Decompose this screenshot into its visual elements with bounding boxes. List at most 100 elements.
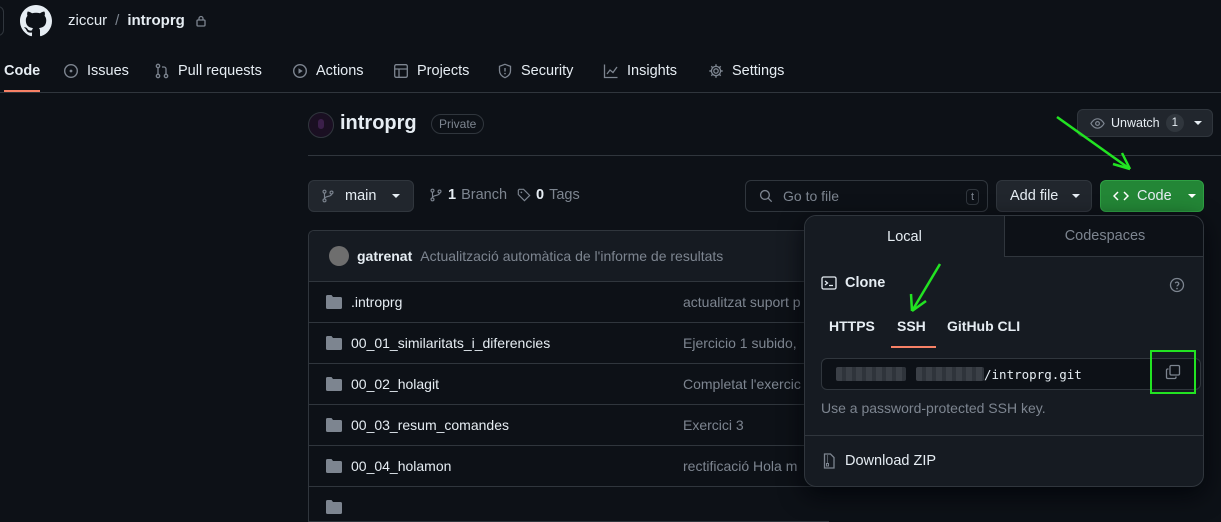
tab-pull-requests-label: Pull requests (178, 63, 262, 79)
tab-code[interactable]: Code (4, 52, 41, 92)
folder-icon (326, 377, 342, 391)
tab-issues[interactable]: Issues (63, 52, 129, 90)
add-file-label: Add file (1010, 188, 1059, 204)
folder-icon (326, 336, 342, 350)
add-file-button[interactable]: Add file (996, 180, 1092, 212)
keyboard-shortcut-hint: t (965, 189, 979, 205)
table-row: 00_03_resum_comandes Exercici 3 (309, 405, 829, 446)
tab-insights[interactable]: Insights (603, 52, 677, 90)
clone-heading: Clone (821, 275, 885, 291)
latest-commit-row: gatrenat Actualització automàtica de l'i… (309, 231, 829, 282)
visibility-badge: Private (431, 114, 485, 134)
tab-insights-label: Insights (627, 63, 677, 79)
tab-pull-requests[interactable]: Pull requests (154, 52, 262, 90)
copy-url-button[interactable] (1150, 350, 1196, 394)
breadcrumb-separator: / (115, 12, 120, 29)
breadcrumb-repo[interactable]: introprg (127, 12, 185, 29)
tab-codespaces[interactable]: Codespaces (1005, 216, 1203, 257)
redacted-text (836, 367, 906, 381)
copy-icon (1165, 364, 1181, 380)
code-button[interactable]: Code (1100, 180, 1204, 212)
avatar[interactable] (329, 246, 349, 266)
tab-local[interactable]: Local (805, 216, 1005, 257)
branch-icon (322, 189, 334, 203)
protocol-ssh[interactable]: SSH (891, 318, 936, 348)
unwatch-button[interactable]: Unwatch 1 (1077, 109, 1213, 137)
branch-count-label: Branch (461, 187, 508, 203)
file-commit-message[interactable]: Ejercicio 1 subido, (683, 335, 797, 351)
branch-count-link[interactable]: 1 Branch (429, 187, 507, 203)
pull-request-icon (155, 63, 169, 79)
chevron-down-icon (1194, 121, 1203, 125)
top-bar: ziccur / introprg (0, 0, 1221, 42)
tab-security[interactable]: Security (497, 52, 573, 90)
tab-issues-label: Issues (87, 63, 129, 79)
chevron-down-icon (392, 194, 401, 198)
file-name[interactable]: 00_02_holagit (351, 376, 439, 392)
ssh-hint: Use a password-protected SSH key. (821, 400, 1046, 416)
redacted-text (916, 367, 984, 381)
tab-settings-label: Settings (732, 63, 785, 79)
github-logo-icon[interactable] (20, 5, 52, 37)
table-row: .introprg actualitzat suport p (309, 282, 829, 323)
tab-code-label: Code (4, 63, 41, 79)
shield-icon (498, 63, 512, 79)
file-commit-message[interactable]: Completat l'exercic (683, 376, 801, 392)
tab-actions[interactable]: Actions (292, 52, 364, 90)
actions-play-icon (292, 63, 308, 79)
clone-url-field[interactable]: /introprg.git (821, 358, 1201, 390)
search-input[interactable] (781, 187, 955, 205)
tag-icon (517, 188, 531, 202)
folder-icon (326, 500, 342, 514)
protocol-https[interactable]: HTTPS (829, 318, 875, 334)
issue-icon (63, 63, 79, 79)
table-icon (394, 64, 408, 78)
folder-icon (326, 295, 342, 309)
gear-icon (709, 64, 723, 78)
breadcrumb-owner[interactable]: ziccur (68, 12, 107, 29)
table-row: 00_04_holamon rectificació Hola m (309, 446, 829, 487)
table-row: 00_02_holagit Completat l'exercic (309, 364, 829, 405)
file-zip-icon (823, 453, 835, 469)
file-commit-message[interactable]: actualitzat suport p (683, 294, 801, 310)
tab-actions-label: Actions (316, 63, 364, 79)
file-name[interactable]: 00_03_resum_comandes (351, 417, 509, 433)
folder-icon (326, 459, 342, 473)
file-name[interactable]: 00_04_holamon (351, 458, 451, 474)
go-to-file-search[interactable]: t (745, 180, 988, 212)
file-name[interactable]: .introprg (351, 294, 402, 310)
chevron-down-icon (1072, 194, 1081, 198)
unwatch-label: Unwatch (1111, 116, 1160, 130)
commit-message[interactable]: Actualització automàtica de l'informe de… (420, 248, 723, 264)
clone-url-value: /introprg.git (984, 366, 1082, 382)
search-icon (759, 189, 773, 203)
file-commit-message[interactable]: rectificació Hola m (683, 458, 797, 474)
protocol-github-cli[interactable]: GitHub CLI (947, 318, 1020, 334)
code-button-label: Code (1137, 188, 1172, 204)
download-zip-item[interactable]: Download ZIP (821, 453, 936, 469)
branch-name: main (345, 188, 377, 204)
clone-title: Clone (845, 275, 886, 291)
tags-link[interactable]: 0 Tags (517, 187, 580, 203)
graph-icon (603, 64, 618, 79)
clone-dropdown: Local Codespaces Clone HTTPS SSH GitHub … (804, 215, 1204, 487)
tag-count-label: Tags (549, 187, 580, 203)
menu-button[interactable] (0, 6, 4, 36)
chevron-down-icon (1187, 194, 1196, 198)
folder-icon (326, 418, 342, 432)
repo-nav: Code Issues Pull requests Actions Projec… (0, 52, 1221, 93)
tab-projects-label: Projects (417, 63, 470, 79)
file-commit-message[interactable]: Exercici 3 (683, 417, 744, 433)
lock-icon (196, 15, 206, 27)
watch-counter: 1 (1165, 114, 1185, 132)
tab-settings[interactable]: Settings (708, 52, 784, 90)
branch-selector[interactable]: main (308, 180, 414, 212)
table-row (309, 487, 829, 521)
commit-author[interactable]: gatrenat (357, 248, 412, 264)
repo-title[interactable]: introprg (340, 112, 417, 135)
question-icon[interactable] (1169, 277, 1185, 293)
eye-icon (1090, 117, 1105, 129)
tag-count: 0 (536, 187, 545, 203)
tab-projects[interactable]: Projects (393, 52, 469, 90)
file-name[interactable]: 00_01_similaritats_i_diferencies (351, 335, 550, 351)
